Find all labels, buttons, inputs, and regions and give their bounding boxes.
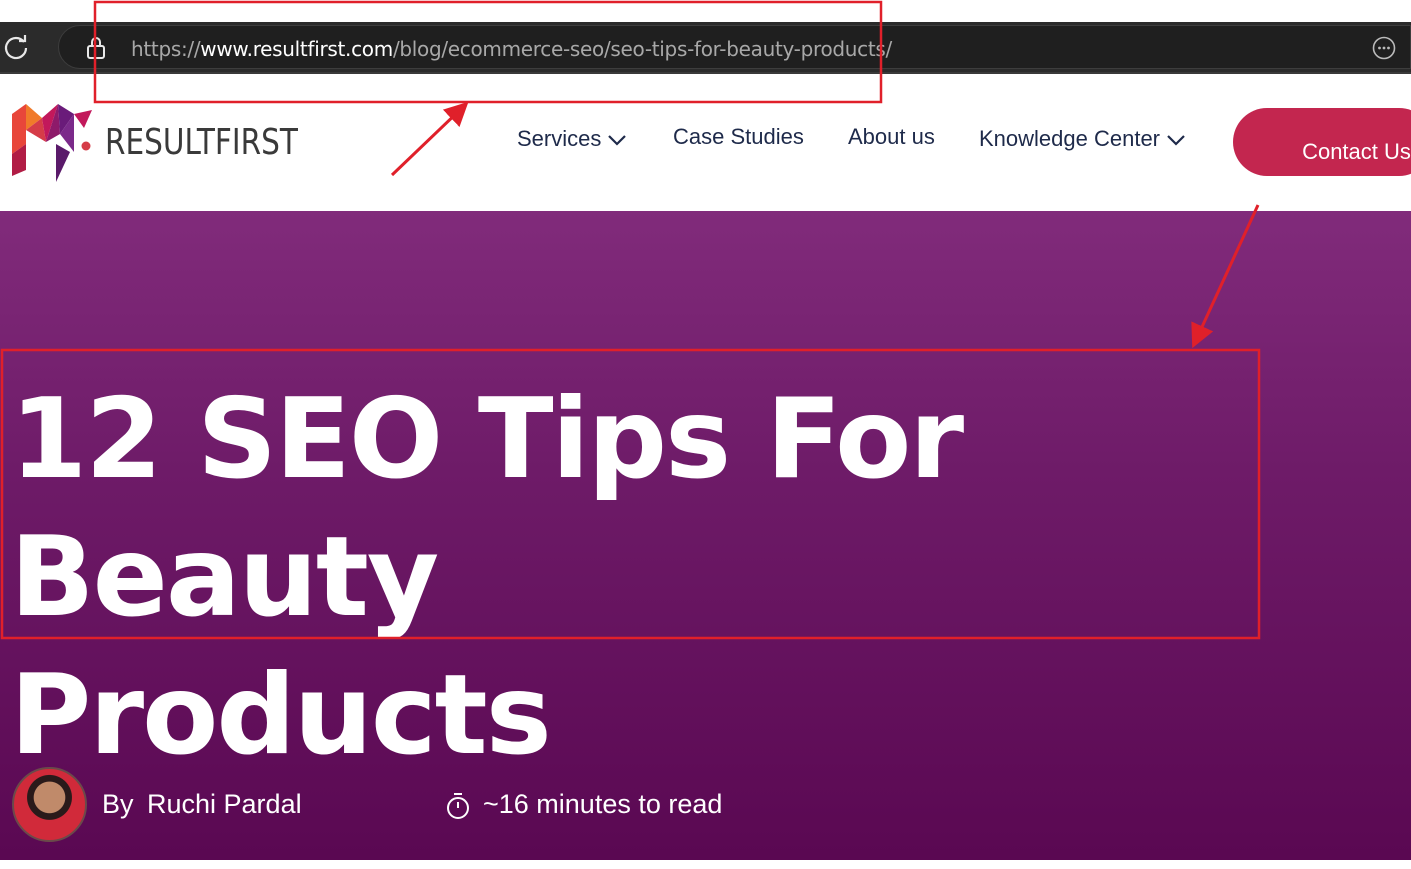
nav-services[interactable]: Services bbox=[517, 126, 627, 152]
url-host: www.resultfirst.com bbox=[200, 37, 393, 61]
nav-knowledge-label: Knowledge Center bbox=[979, 126, 1161, 151]
contact-us-button[interactable]: Contact Us bbox=[1233, 108, 1411, 176]
site-logo[interactable]: RESULTFIRST bbox=[12, 104, 312, 184]
lock-icon[interactable] bbox=[85, 36, 107, 60]
nav-case-studies[interactable]: Case Studies bbox=[673, 124, 804, 150]
hero-banner: 12 SEO Tips For Beauty Products By Ruchi… bbox=[0, 211, 1411, 860]
url-path: /blog/ecommerce-seo/seo-tips-for-beauty-… bbox=[392, 37, 892, 61]
chevron-down-icon bbox=[1167, 135, 1185, 146]
author-meta: By Ruchi Pardal ~16 minutes to read bbox=[12, 767, 912, 843]
nav-knowledge-center[interactable]: Knowledge Center bbox=[979, 126, 1186, 152]
logo-mark-icon bbox=[12, 104, 92, 182]
site-header: RESULTFIRST Services Case Studies About … bbox=[0, 74, 1411, 211]
by-label: By bbox=[102, 789, 134, 819]
browser-toolbar: https://www.resultfirst.com/blog/ecommer… bbox=[0, 22, 1411, 74]
url-text[interactable]: https://www.resultfirst.com/blog/ecommer… bbox=[131, 37, 892, 61]
address-bar[interactable]: https://www.resultfirst.com/blog/ecommer… bbox=[58, 25, 1411, 69]
nav-services-label: Services bbox=[517, 126, 602, 151]
page-title: 12 SEO Tips For Beauty Products bbox=[10, 371, 1260, 785]
reload-icon[interactable] bbox=[2, 33, 30, 61]
title-line-2: Products bbox=[10, 651, 552, 780]
author-name[interactable]: Ruchi Pardal bbox=[147, 789, 302, 820]
more-options-icon[interactable] bbox=[1372, 36, 1396, 60]
chevron-down-icon bbox=[608, 135, 627, 146]
logo-wordmark: RESULTFIRST bbox=[105, 122, 298, 163]
read-time: ~16 minutes to read bbox=[483, 789, 723, 819]
url-scheme: https:// bbox=[131, 37, 201, 61]
nav-about-us[interactable]: About us bbox=[848, 124, 935, 150]
avatar bbox=[12, 767, 87, 842]
stopwatch-icon bbox=[447, 793, 469, 819]
title-line-1: 12 SEO Tips For Beauty bbox=[10, 375, 964, 642]
